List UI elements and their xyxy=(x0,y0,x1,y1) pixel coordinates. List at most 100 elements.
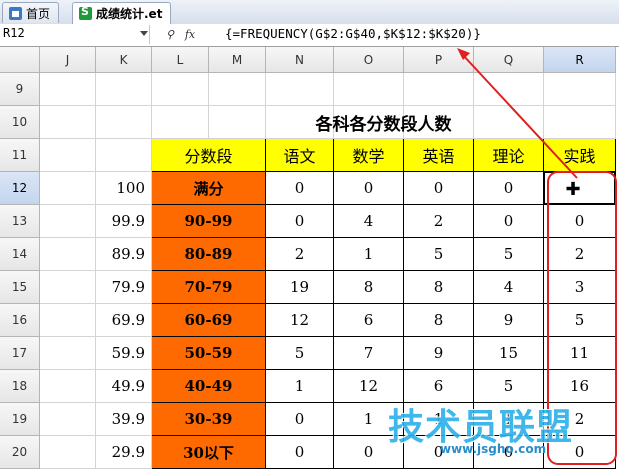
score-range-label[interactable]: 40-49 xyxy=(152,370,266,403)
row-header-14[interactable]: 14 xyxy=(0,238,40,271)
score-range-label[interactable]: 90-99 xyxy=(152,205,266,238)
cell-J10[interactable] xyxy=(40,106,96,139)
cell-J15[interactable] xyxy=(40,271,96,304)
score-range-label[interactable]: 30以下 xyxy=(152,436,266,469)
row-header-17[interactable]: 17 xyxy=(0,337,40,370)
cell-J20[interactable] xyxy=(40,436,96,469)
cell-N9[interactable] xyxy=(266,73,334,106)
column-header-Q[interactable]: Q xyxy=(474,47,544,73)
header-subject-1[interactable]: 语文 xyxy=(266,139,334,172)
count-cell[interactable]: 0 xyxy=(266,205,334,238)
row-header-12[interactable]: 12 xyxy=(0,172,40,205)
column-header-J[interactable]: J xyxy=(40,47,96,73)
count-cell[interactable]: 3 xyxy=(544,271,616,304)
score-range-label[interactable]: 满分 xyxy=(152,172,266,205)
score-range-label[interactable]: 60-69 xyxy=(152,304,266,337)
bin-threshold-cell[interactable]: 89.9 xyxy=(96,238,152,271)
count-cell[interactable]: 5 xyxy=(544,304,616,337)
count-cell[interactable]: 6 xyxy=(334,304,404,337)
name-box[interactable]: R12 xyxy=(0,25,150,44)
header-subject-2[interactable]: 数学 xyxy=(334,139,404,172)
count-cell[interactable]: 9 xyxy=(404,337,474,370)
count-cell[interactable]: 0 xyxy=(544,205,616,238)
cell-Q9[interactable] xyxy=(474,73,544,106)
score-range-label[interactable]: 80-89 xyxy=(152,238,266,271)
bin-threshold-cell[interactable]: 100 xyxy=(96,172,152,205)
cell-O9[interactable] xyxy=(334,73,404,106)
row-header-20[interactable]: 20 xyxy=(0,436,40,469)
column-header-N[interactable]: N xyxy=(266,47,334,73)
count-cell[interactable]: 0 xyxy=(474,205,544,238)
insert-function-button[interactable]: fx xyxy=(182,26,198,43)
cell-M9[interactable] xyxy=(209,73,266,106)
row-header-10[interactable]: 10 xyxy=(0,106,40,139)
count-cell[interactable]: 15 xyxy=(474,337,544,370)
bin-threshold-cell[interactable]: 49.9 xyxy=(96,370,152,403)
cell-J12[interactable] xyxy=(40,172,96,205)
count-cell[interactable]: 0 xyxy=(404,172,474,205)
count-cell[interactable]: 0 xyxy=(266,403,334,436)
column-header-P[interactable]: P xyxy=(404,47,474,73)
header-subject-4[interactable]: 理论 xyxy=(474,139,544,172)
count-cell[interactable]: 2 xyxy=(544,238,616,271)
cell-J11[interactable] xyxy=(40,139,96,172)
count-cell[interactable]: 1 xyxy=(266,370,334,403)
count-cell[interactable]: 4 xyxy=(474,271,544,304)
column-header-M[interactable]: M xyxy=(209,47,266,73)
count-cell[interactable]: 8 xyxy=(404,304,474,337)
column-header-O[interactable]: O xyxy=(334,47,404,73)
score-range-label[interactable]: 30-39 xyxy=(152,403,266,436)
cell-J13[interactable] xyxy=(40,205,96,238)
count-cell[interactable]: 5 xyxy=(266,337,334,370)
cell-K9[interactable] xyxy=(96,73,152,106)
count-cell[interactable]: 5 xyxy=(474,238,544,271)
score-range-label[interactable]: 50-59 xyxy=(152,337,266,370)
count-cell[interactable]: 1 xyxy=(334,238,404,271)
row-header-11[interactable]: 11 xyxy=(0,139,40,172)
name-box-dropdown-icon[interactable] xyxy=(140,31,148,36)
cell-L9[interactable] xyxy=(152,73,209,106)
row-header-16[interactable]: 16 xyxy=(0,304,40,337)
cell-K11[interactable] xyxy=(96,139,152,172)
count-cell[interactable]: 0 xyxy=(474,172,544,205)
tab-spreadsheet[interactable]: 成绩统计.et xyxy=(72,2,172,24)
bin-threshold-cell[interactable]: 69.9 xyxy=(96,304,152,337)
count-cell[interactable]: 11 xyxy=(544,337,616,370)
cell-J16[interactable] xyxy=(40,304,96,337)
count-cell[interactable]: 19 xyxy=(266,271,334,304)
count-cell[interactable]: 7 xyxy=(334,337,404,370)
cell-J9[interactable] xyxy=(40,73,96,106)
column-header-R[interactable]: R xyxy=(544,47,616,73)
bin-threshold-cell[interactable]: 99.9 xyxy=(96,205,152,238)
count-cell[interactable]: 0 xyxy=(266,436,334,469)
header-score-range[interactable]: 分数段 xyxy=(152,139,266,172)
header-subject-3[interactable]: 英语 xyxy=(404,139,474,172)
bin-threshold-cell[interactable]: 29.9 xyxy=(96,436,152,469)
count-cell[interactable]: 8 xyxy=(404,271,474,304)
row-header-18[interactable]: 18 xyxy=(0,370,40,403)
count-cell[interactable]: 4 xyxy=(334,205,404,238)
cell-J14[interactable] xyxy=(40,238,96,271)
cell-J19[interactable] xyxy=(40,403,96,436)
count-cell[interactable]: 12 xyxy=(266,304,334,337)
count-cell[interactable]: 9 xyxy=(474,304,544,337)
count-cell[interactable]: 5 xyxy=(404,238,474,271)
select-all-corner[interactable] xyxy=(0,47,40,73)
row-header-15[interactable]: 15 xyxy=(0,271,40,304)
score-range-label[interactable]: 70-79 xyxy=(152,271,266,304)
row-header-13[interactable]: 13 xyxy=(0,205,40,238)
count-cell[interactable]: 0 xyxy=(334,172,404,205)
bin-threshold-cell[interactable]: 59.9 xyxy=(96,337,152,370)
cell-R9[interactable] xyxy=(544,73,616,106)
cell-J17[interactable] xyxy=(40,337,96,370)
table-title[interactable]: 各科各分数段人数 xyxy=(152,106,616,139)
cell-P9[interactable] xyxy=(404,73,474,106)
row-header-9[interactable]: 9 xyxy=(0,73,40,106)
zoom-search-icon[interactable]: ⚲ xyxy=(162,26,178,43)
cell-K10[interactable] xyxy=(96,106,152,139)
count-cell[interactable]: 2 xyxy=(266,238,334,271)
tab-home[interactable]: 首页 xyxy=(2,2,60,23)
column-header-K[interactable]: K xyxy=(96,47,152,73)
cell-J18[interactable] xyxy=(40,370,96,403)
row-header-19[interactable]: 19 xyxy=(0,403,40,436)
